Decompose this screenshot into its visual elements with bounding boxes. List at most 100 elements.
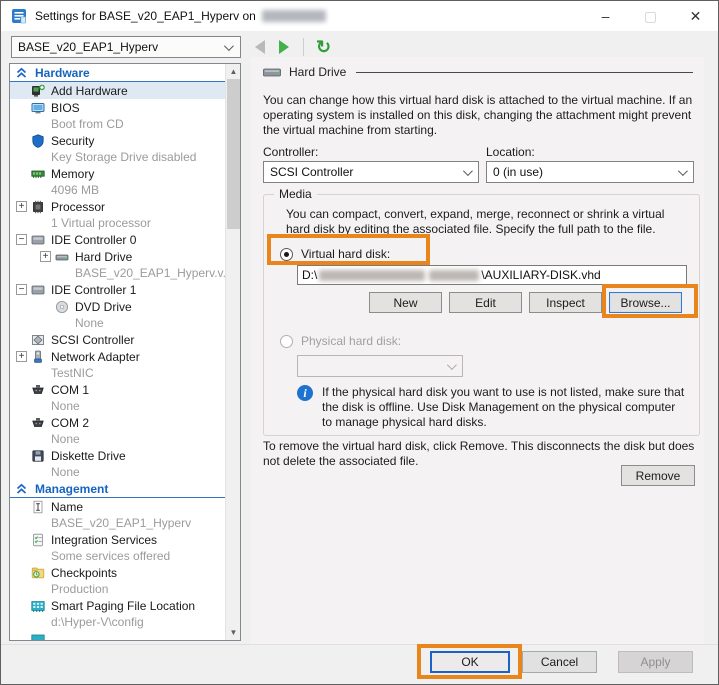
scroll-up-icon[interactable]: ▲ — [226, 64, 241, 79]
sidebar-item-ide-controller-1[interactable]: − IDE Controller 1 — [10, 281, 226, 298]
sidebar-item-label: Security — [51, 134, 94, 148]
sidebar-item-smart-paging-file-location[interactable]: Smart Paging File Location — [10, 597, 226, 614]
sidebar-item-sub: BASE_v20_EAP1_Hyperv.v... — [10, 265, 226, 281]
virtual-hard-disk-radio-label: Virtual hard disk: — [301, 247, 390, 261]
location-dropdown[interactable]: 0 (in use) — [486, 161, 694, 183]
forward-icon[interactable] — [279, 40, 289, 54]
browse-button[interactable]: Browse... — [609, 292, 682, 313]
path-suffix: \AUXILIARY-DISK.vhd — [481, 268, 600, 282]
bios-icon — [31, 101, 45, 115]
sidebar-item-sub: Production — [10, 581, 226, 597]
sidebar-item-scsi-controller[interactable]: SCSI Controller — [10, 331, 226, 348]
edit-button[interactable]: Edit — [449, 292, 522, 313]
add-hardware-icon — [31, 84, 45, 98]
section-header-label: Management — [35, 482, 108, 496]
hard-drive-icon — [55, 250, 69, 264]
close-button[interactable]: ✕ — [673, 1, 718, 31]
sidebar-item-sub: 4096 MB — [10, 182, 226, 198]
chevron-down-icon — [463, 166, 473, 176]
sidebar-item-add-hardware[interactable]: Add Hardware — [10, 82, 226, 99]
hardware-tree: Hardware Add Hardware BIOS Boot from CD … — [9, 63, 241, 641]
sidebar-item-diskette-drive[interactable]: Diskette Drive — [10, 447, 226, 464]
sidebar-item-com-1[interactable]: COM 1 — [10, 381, 226, 398]
ide-controller-icon — [31, 283, 45, 297]
back-icon[interactable] — [255, 40, 265, 54]
hard-drive-icon — [263, 66, 281, 78]
memory-icon — [31, 167, 45, 181]
sidebar-item-memory[interactable]: Memory — [10, 165, 226, 182]
header-rule — [356, 72, 693, 73]
remove-button[interactable]: Remove — [621, 465, 695, 486]
apply-button[interactable]: Apply — [618, 651, 693, 673]
hard-drive-settings-panel: Hard Drive You can change how this virtu… — [251, 57, 704, 644]
sidebar-item-hard-drive[interactable]: + Hard Drive — [10, 248, 226, 265]
ok-button[interactable]: OK — [430, 651, 510, 673]
expander-icon[interactable]: + — [16, 351, 27, 362]
sidebar-item-partial — [10, 630, 226, 640]
maximize-button[interactable]: ▢ — [628, 1, 673, 31]
sidebar-item-label: Network Adapter — [51, 350, 140, 364]
sidebar-item-checkpoints[interactable]: Checkpoints — [10, 564, 226, 581]
sidebar-item-integration-services[interactable]: Integration Services — [10, 531, 226, 548]
sidebar-item-label: Checkpoints — [51, 566, 117, 580]
sidebar-item-sub: TestNIC — [10, 365, 226, 381]
scrollbar-thumb[interactable] — [227, 79, 240, 229]
integration-services-icon — [31, 533, 45, 547]
processor-icon — [31, 200, 45, 214]
chevron-down-icon — [678, 166, 688, 176]
ide-controller-icon — [31, 233, 45, 247]
settings-window: Settings for BASE_v20_EAP1_Hyperv on – ▢… — [0, 0, 719, 685]
sidebar-item-sub: None — [10, 431, 226, 447]
inspect-button[interactable]: Inspect — [529, 292, 602, 313]
toolbar-separator — [303, 38, 304, 56]
physical-hard-disk-radio-row: Physical hard disk: — [280, 331, 401, 351]
physical-hard-disk-radio-label: Physical hard disk: — [301, 334, 401, 348]
title-bar: Settings for BASE_v20_EAP1_Hyperv on – ▢… — [1, 1, 718, 31]
sidebar-item-com-2[interactable]: COM 2 — [10, 414, 226, 431]
virtual-disk-path-input[interactable]: D:\ \AUXILIARY-DISK.vhd — [297, 265, 687, 285]
sidebar-item-bios[interactable]: BIOS — [10, 99, 226, 116]
sidebar-item-security[interactable]: Security — [10, 132, 226, 149]
sidebar-item-sub: None — [10, 464, 226, 480]
minimize-button[interactable]: – — [583, 1, 628, 31]
section-header-management[interactable]: Management — [10, 480, 226, 498]
virtual-hard-disk-radio-row: Virtual hard disk: — [280, 244, 390, 264]
sidebar-item-sub: Some services offered — [10, 548, 226, 564]
controller-dropdown[interactable]: SCSI Controller — [263, 161, 479, 183]
redacted-host-name — [262, 10, 326, 22]
sidebar-scrollbar[interactable]: ▲ ▼ — [225, 64, 240, 640]
vm-selector-dropdown[interactable]: BASE_v20_EAP1_Hyperv — [11, 36, 241, 58]
expander-icon[interactable]: + — [40, 251, 51, 262]
physical-hard-disk-radio[interactable] — [280, 335, 293, 348]
close-icon: ✕ — [690, 8, 702, 25]
media-text: You can compact, convert, expand, merge,… — [286, 207, 684, 237]
scroll-down-icon[interactable]: ▼ — [226, 625, 241, 640]
media-groupbox: Media You can compact, convert, expand, … — [263, 194, 700, 436]
section-header-hardware[interactable]: Hardware — [10, 64, 226, 82]
sidebar-item-processor[interactable]: + Processor — [10, 198, 226, 215]
info-icon: i — [297, 385, 313, 401]
diskette-icon — [31, 449, 45, 463]
virtual-hard-disk-radio[interactable] — [280, 248, 293, 261]
expander-icon[interactable]: + — [16, 201, 27, 212]
sidebar-item-dvd-drive[interactable]: DVD Drive — [10, 298, 226, 315]
sidebar-item-label: Integration Services — [51, 533, 157, 547]
physical-disk-dropdown[interactable] — [297, 355, 463, 377]
footer-separator — [1, 644, 719, 645]
new-button[interactable]: New — [369, 292, 442, 313]
sidebar-item-network-adapter[interactable]: + Network Adapter — [10, 348, 226, 365]
network-adapter-icon — [31, 350, 45, 364]
controller-value: SCSI Controller — [270, 165, 353, 179]
com-port-icon — [31, 416, 45, 430]
sidebar-item-label: Add Hardware — [51, 84, 128, 98]
sidebar-item-label: SCSI Controller — [51, 333, 134, 347]
cancel-button[interactable]: Cancel — [522, 651, 597, 673]
expander-icon[interactable]: − — [16, 284, 27, 295]
refresh-icon[interactable]: ↻ — [316, 38, 331, 56]
sidebar-item-name[interactable]: Name — [10, 498, 226, 515]
expander-icon[interactable]: − — [16, 234, 27, 245]
sidebar-item-ide-controller-0[interactable]: − IDE Controller 0 — [10, 231, 226, 248]
smart-paging-icon — [31, 599, 45, 613]
scsi-controller-icon — [31, 333, 45, 347]
sidebar-item-sub: None — [10, 398, 226, 414]
